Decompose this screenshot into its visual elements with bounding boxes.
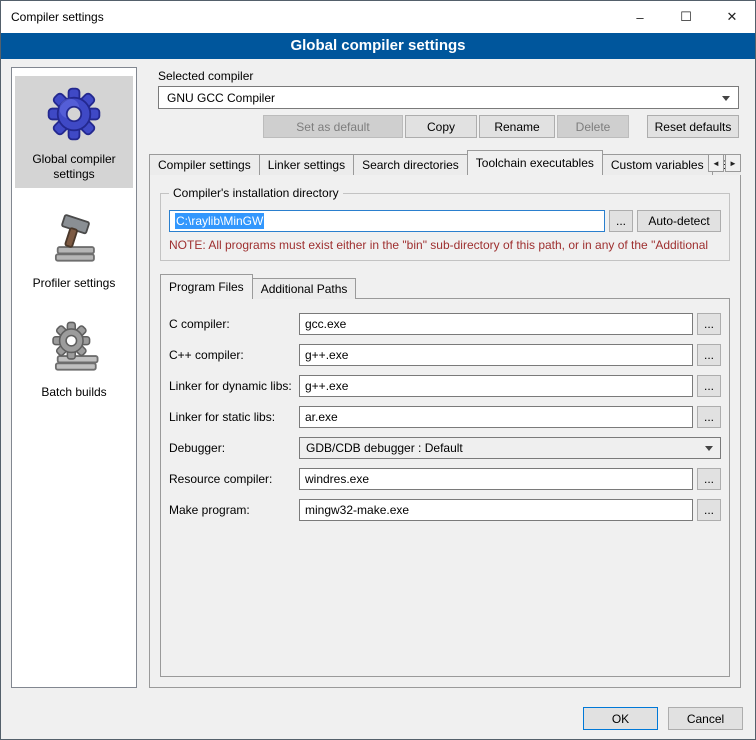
maximize-icon: ☐ bbox=[680, 9, 692, 25]
field-row-debugger: Debugger: GDB/CDB debugger : Default bbox=[169, 437, 721, 459]
sidebar-item-batch-builds[interactable]: Batch builds bbox=[15, 309, 133, 406]
main-panel: Selected compiler GNU GCC Compiler Set a… bbox=[149, 67, 741, 688]
tab-compiler-settings[interactable]: Compiler settings bbox=[149, 154, 260, 175]
sidebar-item-label: Global compiler settings bbox=[17, 152, 131, 182]
sidebar-item-label: Batch builds bbox=[41, 385, 106, 400]
maximize-button[interactable]: ☐ bbox=[663, 2, 709, 33]
blue-gear-icon bbox=[42, 82, 106, 146]
make-program-browse-button[interactable]: ... bbox=[697, 499, 721, 521]
subtab-additional-paths[interactable]: Additional Paths bbox=[252, 278, 357, 299]
minimize-icon: – bbox=[636, 10, 643, 25]
c-compiler-browse-button[interactable]: ... bbox=[697, 313, 721, 335]
dynamic-linker-input[interactable]: g++.exe bbox=[299, 375, 693, 397]
compiler-actions: Set as default Copy Rename Delete Reset … bbox=[158, 115, 739, 138]
installation-directory-groupbox: Compiler's installation directory C:\ray… bbox=[160, 193, 730, 261]
field-label: Linker for static libs: bbox=[169, 410, 299, 424]
selected-compiler-dropdown[interactable]: GNU GCC Compiler bbox=[158, 86, 739, 109]
field-row-cpp-compiler: C++ compiler: g++.exe ... bbox=[169, 344, 721, 366]
installation-directory-value: C:\raylib\MinGW bbox=[175, 213, 264, 229]
cancel-button[interactable]: Cancel bbox=[668, 707, 743, 730]
dynamic-linker-browse-button[interactable]: ... bbox=[697, 375, 721, 397]
sidebar-item-label: Profiler settings bbox=[33, 276, 116, 291]
installation-directory-input[interactable]: C:\raylib\MinGW bbox=[169, 210, 605, 232]
selected-compiler-label: Selected compiler bbox=[158, 69, 741, 83]
program-files-panel: C compiler: gcc.exe ... C++ compiler: g+… bbox=[160, 298, 730, 677]
rename-button[interactable]: Rename bbox=[479, 115, 555, 138]
field-label: C++ compiler: bbox=[169, 348, 299, 362]
sidebar-item-global-compiler-settings[interactable]: Global compiler settings bbox=[15, 76, 133, 188]
tab-custom-variables[interactable]: Custom variables bbox=[602, 154, 713, 175]
make-program-input[interactable]: mingw32-make.exe bbox=[299, 499, 693, 521]
auto-detect-button[interactable]: Auto-detect bbox=[637, 210, 721, 232]
window-title: Compiler settings bbox=[1, 10, 617, 24]
subtab-program-files[interactable]: Program Files bbox=[160, 274, 253, 299]
static-linker-input[interactable]: ar.exe bbox=[299, 406, 693, 428]
chevron-down-icon bbox=[705, 446, 713, 451]
field-row-dynamic-linker: Linker for dynamic libs: g++.exe ... bbox=[169, 375, 721, 397]
settings-tabstrip: Compiler settings Linker settings Search… bbox=[149, 150, 741, 175]
settings-category-list: Global compiler settings bbox=[11, 67, 137, 688]
close-icon: ✕ bbox=[727, 9, 738, 25]
chevron-down-icon bbox=[722, 96, 730, 101]
titlebar[interactable]: Compiler settings – ☐ ✕ bbox=[1, 1, 755, 33]
delete-button: Delete bbox=[557, 115, 629, 138]
field-label: Make program: bbox=[169, 503, 299, 517]
close-button[interactable]: ✕ bbox=[709, 2, 755, 33]
cpp-compiler-browse-button[interactable]: ... bbox=[697, 344, 721, 366]
resource-compiler-browse-button[interactable]: ... bbox=[697, 468, 721, 490]
selected-compiler-value: GNU GCC Compiler bbox=[167, 91, 275, 105]
tab-linker-settings[interactable]: Linker settings bbox=[259, 154, 354, 175]
ok-button[interactable]: OK bbox=[583, 707, 658, 730]
resource-compiler-input[interactable]: windres.exe bbox=[299, 468, 693, 490]
page-title: Global compiler settings bbox=[1, 33, 755, 59]
compiler-settings-window: Compiler settings – ☐ ✕ Global compiler … bbox=[0, 0, 756, 740]
field-row-static-linker: Linker for static libs: ar.exe ... bbox=[169, 406, 721, 428]
toolchain-executables-panel: Compiler's installation directory C:\ray… bbox=[149, 174, 741, 688]
field-label: Debugger: bbox=[169, 441, 299, 455]
tab-scroll-right-icon[interactable]: ► bbox=[725, 154, 741, 172]
cpp-compiler-input[interactable]: g++.exe bbox=[299, 344, 693, 366]
field-row-resource-compiler: Resource compiler: windres.exe ... bbox=[169, 468, 721, 490]
field-label: Resource compiler: bbox=[169, 472, 299, 486]
tab-scroll-arrows: ◄ ► bbox=[707, 154, 741, 172]
field-row-make-program: Make program: mingw32-make.exe ... bbox=[169, 499, 721, 521]
field-row-c-compiler: C compiler: gcc.exe ... bbox=[169, 313, 721, 335]
field-label: C compiler: bbox=[169, 317, 299, 331]
gray-gear-stack-icon bbox=[42, 315, 106, 379]
copy-button[interactable]: Copy bbox=[405, 115, 477, 138]
tab-search-directories[interactable]: Search directories bbox=[353, 154, 468, 175]
bin-subdirectory-note: NOTE: All programs must exist either in … bbox=[169, 238, 721, 252]
program-files-tabstrip: Program Files Additional Paths bbox=[160, 275, 730, 299]
reset-defaults-button[interactable]: Reset defaults bbox=[647, 115, 739, 138]
tab-scroll-left-icon[interactable]: ◄ bbox=[708, 154, 724, 172]
debugger-value: GDB/CDB debugger : Default bbox=[306, 441, 463, 455]
c-compiler-input[interactable]: gcc.exe bbox=[299, 313, 693, 335]
sidebar-item-profiler-settings[interactable]: Profiler settings bbox=[15, 200, 133, 297]
dialog-footer: OK Cancel bbox=[1, 698, 755, 739]
field-label: Linker for dynamic libs: bbox=[169, 379, 299, 393]
profiler-tool-icon bbox=[42, 206, 106, 270]
installation-directory-browse-button[interactable]: ... bbox=[609, 210, 633, 232]
installation-directory-label: Compiler's installation directory bbox=[169, 186, 343, 200]
debugger-dropdown[interactable]: GDB/CDB debugger : Default bbox=[299, 437, 721, 459]
set-as-default-button: Set as default bbox=[263, 115, 403, 138]
tab-toolchain-executables[interactable]: Toolchain executables bbox=[467, 150, 603, 175]
static-linker-browse-button[interactable]: ... bbox=[697, 406, 721, 428]
minimize-button[interactable]: – bbox=[617, 2, 663, 33]
